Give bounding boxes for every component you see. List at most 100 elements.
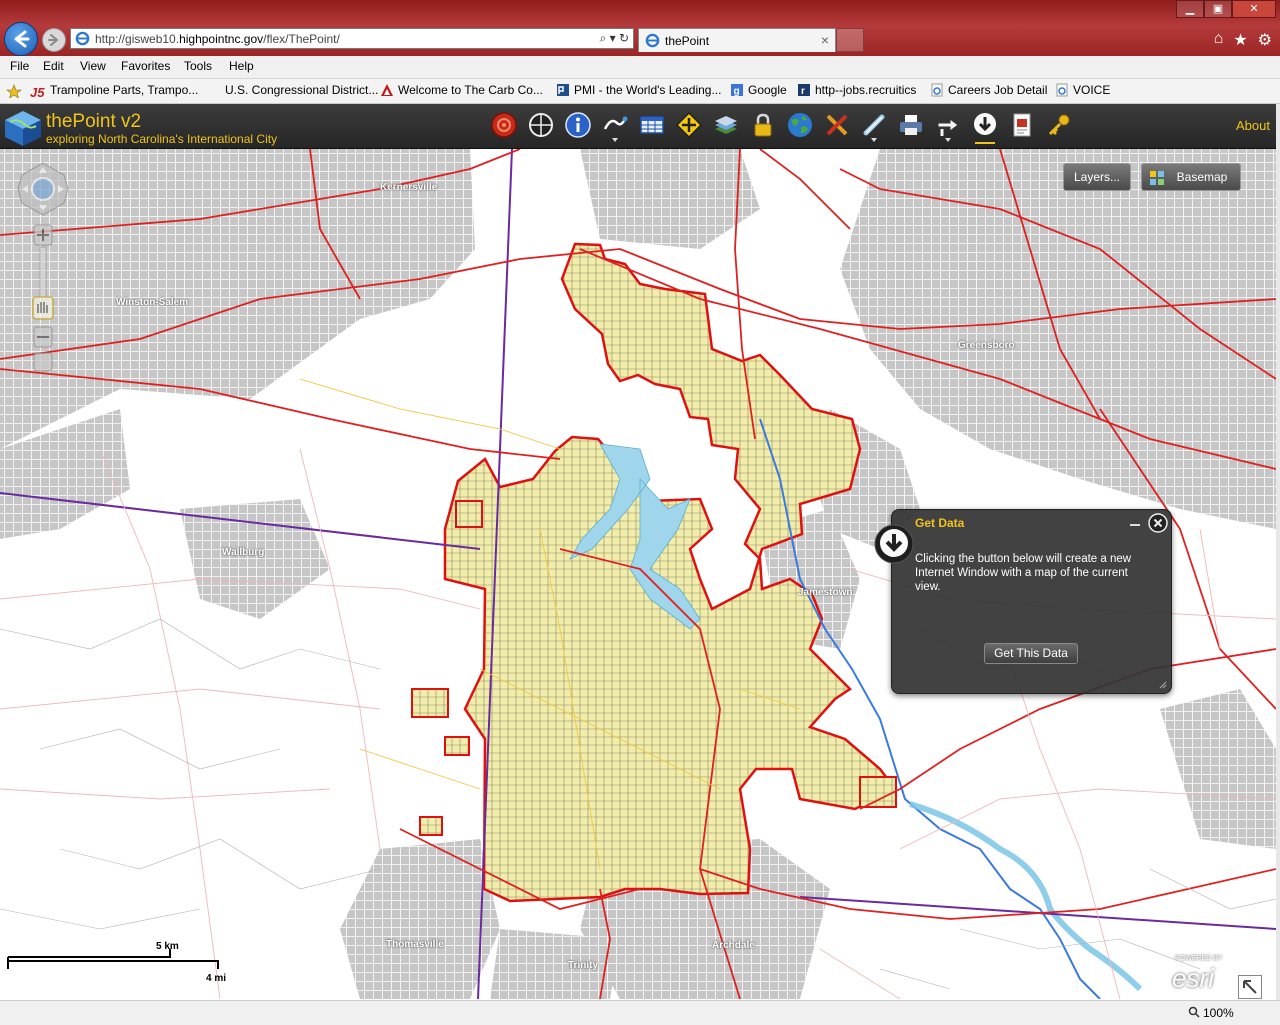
app-subtitle: exploring North Carolina's International… — [46, 132, 278, 146]
favorite-item-5[interactable]: g Google — [730, 83, 787, 99]
crosshair-icon — [529, 113, 553, 137]
get-this-data-button[interactable]: Get This Data — [984, 643, 1078, 664]
back-button[interactable] — [4, 22, 38, 56]
url-text[interactable]: http://gisweb10.highpointnc.gov/flex/The… — [95, 32, 340, 46]
favorite-item-2[interactable]: U.S. Congressional District... — [225, 83, 378, 99]
maximize-button[interactable]: ▣ — [1204, 0, 1232, 18]
menu-tools[interactable]: Tools — [184, 59, 212, 73]
tab-thepoint[interactable]: thePoint × — [638, 28, 836, 52]
tool-utilities[interactable] — [823, 111, 851, 139]
browser-titlebar: ▁ ▣ ✕ http://gisweb10.highpointnc.gov/fl… — [0, 0, 1280, 56]
tool-report[interactable] — [1008, 111, 1036, 139]
menu-help[interactable]: Help — [229, 59, 254, 73]
navigation-icon — [675, 111, 703, 139]
zoom-level[interactable]: 100% — [1203, 1006, 1234, 1020]
pan-globe-icon[interactable] — [31, 177, 55, 201]
active-tool-indicator — [975, 142, 995, 144]
address-bar[interactable]: http://gisweb10.highpointnc.gov/flex/The… — [70, 28, 634, 49]
label-kernersville: Kernersville — [380, 182, 438, 193]
layers-button[interactable]: Layers... — [1063, 163, 1131, 191]
esri-powered-label: POWERED BY — [1175, 955, 1223, 962]
favorite-item-8[interactable]: VOICE — [1055, 83, 1110, 99]
window-close-button[interactable]: ✕ — [1232, 0, 1276, 18]
menu-file[interactable]: File — [10, 59, 29, 73]
tool-layers[interactable] — [712, 111, 740, 139]
favorite-item-7[interactable]: Careers Job Detail — [930, 83, 1047, 99]
favorite-item-4[interactable]: PMI - the World's Leading... — [556, 83, 721, 99]
favorite-label: VOICE — [1073, 83, 1111, 97]
tool-lock[interactable] — [749, 111, 777, 139]
ie-page-icon — [1056, 83, 1068, 97]
tool-draw[interactable] — [601, 111, 629, 142]
pmi-icon — [557, 84, 569, 96]
browser-right-tools: ⌂ ★ ⚙ — [1214, 30, 1272, 50]
home-icon[interactable]: ⌂ — [1214, 30, 1224, 50]
tool-globe[interactable] — [786, 111, 814, 139]
favorite-item-6[interactable]: r http--jobs.recruitics — [797, 83, 916, 99]
panel-minimize-button[interactable] — [1130, 524, 1140, 526]
about-link[interactable]: About — [1236, 118, 1270, 133]
label-jamestown: Jamestown — [798, 587, 853, 598]
label-archdale: Archdale — [712, 940, 755, 951]
js-icon: J5 — [30, 85, 45, 100]
full-extent-button[interactable] — [33, 352, 53, 372]
panel-resize-grip-icon[interactable] — [1158, 680, 1167, 689]
favorites-star-icon[interactable]: ★ — [1233, 30, 1247, 50]
forward-button[interactable] — [42, 28, 66, 52]
download-icon — [974, 113, 996, 135]
favorite-item-3[interactable]: Welcome to The Carb Co... — [380, 83, 543, 99]
globe-icon — [788, 113, 812, 137]
r-icon: r — [798, 84, 810, 97]
tool-navigation[interactable] — [675, 111, 703, 139]
favorite-label: Google — [748, 83, 787, 97]
url-prefix: http://gisweb10. — [95, 32, 180, 46]
layers-stack-icon — [715, 116, 737, 134]
tab-close-icon[interactable]: × — [821, 32, 829, 48]
get-data-panel: Get Data Clicking the button below will … — [874, 509, 1172, 694]
menu-favorites[interactable]: Favorites — [121, 59, 170, 73]
tool-pointer[interactable] — [934, 111, 962, 142]
panel-title: Get Data — [915, 516, 965, 530]
ie-tab-icon — [645, 33, 660, 48]
favorite-label: Welcome to The Carb Co... — [398, 83, 543, 97]
thepoint-logo-icon — [5, 111, 41, 146]
favorite-label: U.S. Congressional District... — [225, 83, 379, 97]
tool-measure[interactable] — [860, 111, 888, 142]
zoom-magnifier-icon[interactable] — [1188, 1006, 1200, 1018]
ie-icon — [75, 31, 90, 46]
tool-download[interactable] — [971, 111, 999, 144]
menu-bar: File Edit View Favorites Tools Help — [0, 56, 1280, 79]
label-winston-salem: Winston-Salem — [116, 297, 189, 308]
vertical-scrollbar[interactable] — [1276, 104, 1280, 1000]
favorite-label: http--jobs.recruitics — [815, 83, 917, 97]
pan-hand-button[interactable] — [32, 296, 54, 320]
settings-gear-icon[interactable]: ⚙ — [1258, 30, 1272, 50]
triangle-logo-icon — [381, 84, 393, 96]
tool-crosshair[interactable] — [527, 111, 555, 139]
tool-key[interactable] — [1045, 111, 1073, 139]
pointer-icon — [937, 118, 959, 136]
tool-print[interactable] — [897, 111, 925, 139]
zoom-slider[interactable] — [39, 246, 47, 302]
draw-icon — [603, 116, 628, 130]
menu-edit[interactable]: Edit — [43, 59, 64, 73]
address-controls[interactable]: ⌕ ▾ ↻ — [600, 31, 629, 46]
minimize-button[interactable]: ▁ — [1176, 0, 1204, 18]
new-tab-button[interactable] — [836, 28, 864, 52]
map-resize-corner[interactable] — [1238, 975, 1262, 999]
info-icon — [565, 112, 591, 138]
basemap-button[interactable]: Basemap — [1141, 163, 1241, 191]
favorite-item-1[interactable]: J5 Trampoline Parts, Trampo... — [30, 83, 199, 100]
favorite-label: Trampoline Parts, Trampo... — [50, 83, 199, 97]
panel-close-icon[interactable] — [1148, 513, 1168, 533]
menu-view[interactable]: View — [80, 59, 106, 73]
tool-identify[interactable] — [564, 111, 592, 139]
svg-text:r: r — [801, 86, 805, 97]
favorites-star-add-icon[interactable] — [6, 84, 22, 98]
map-navigation-control[interactable] — [14, 159, 72, 379]
basemap-grid-icon — [1150, 171, 1164, 185]
tool-bookmark[interactable] — [490, 111, 518, 139]
tool-table[interactable] — [638, 111, 666, 139]
label-wallburg: Wallburg — [222, 547, 265, 558]
download-icon — [874, 524, 914, 564]
